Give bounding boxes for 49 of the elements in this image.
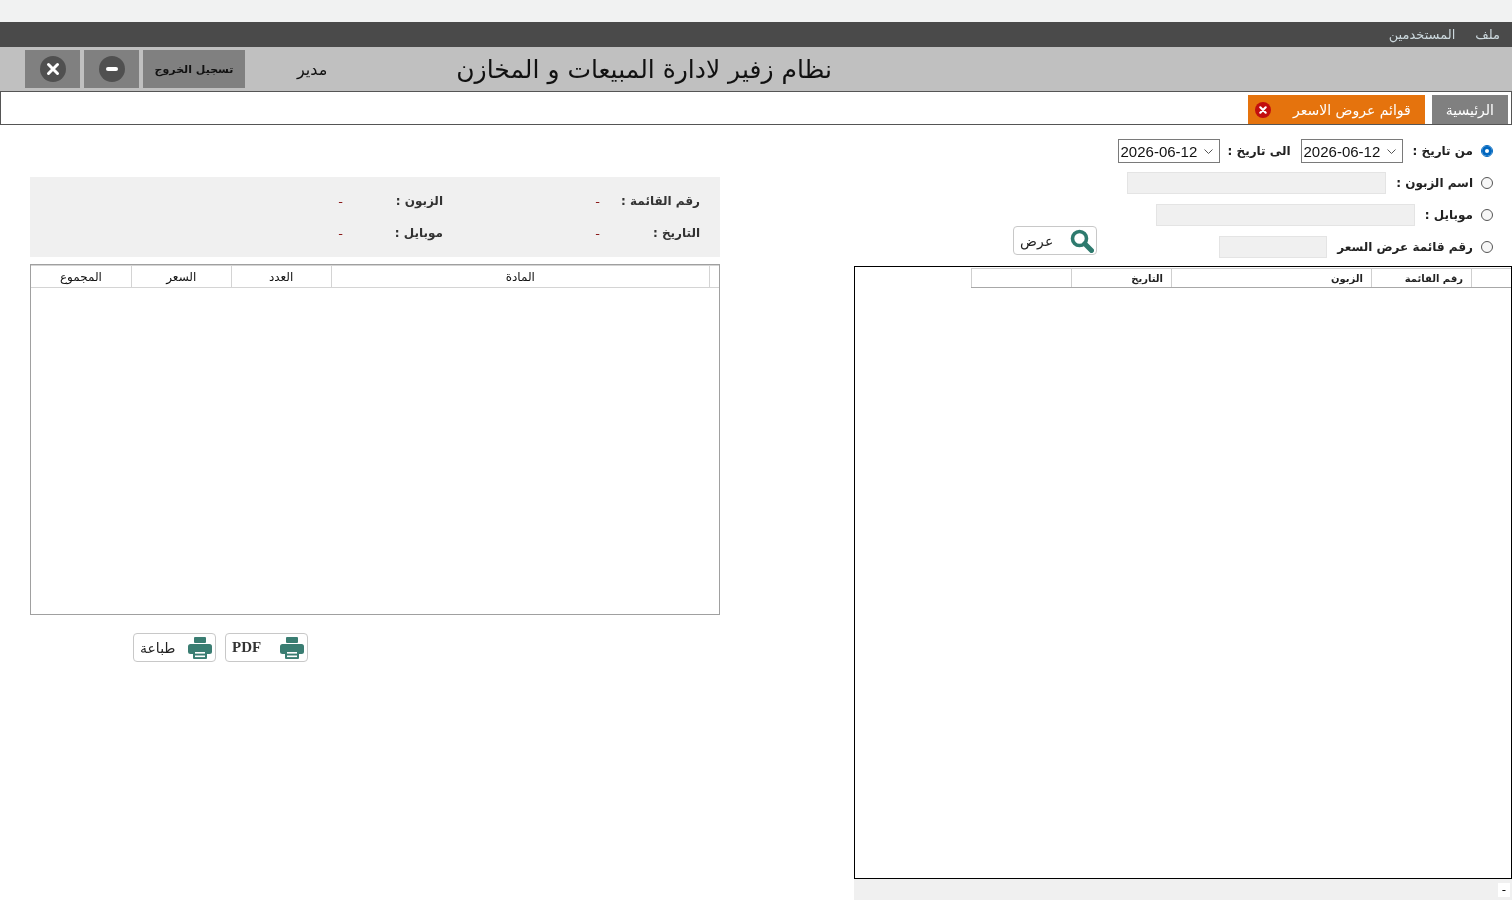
field-label: التاريخ : <box>651 226 700 240</box>
radio-button[interactable] <box>1481 209 1493 221</box>
print-button[interactable]: طباعة <box>133 633 216 662</box>
close-icon <box>39 56 66 82</box>
field-value: - <box>338 225 343 241</box>
field-value: - <box>595 225 600 241</box>
field-value: - <box>595 193 600 209</box>
minimize-button[interactable] <box>84 50 139 88</box>
field-label: رقم القائمة : <box>620 194 700 208</box>
column-header: العدد <box>230 266 331 287</box>
pdf-button[interactable]: PDF <box>225 633 308 662</box>
logout-button[interactable]: تسجيل الخروج <box>143 50 245 88</box>
column-header: المادة <box>330 266 709 287</box>
app-title: نظام زفير لادارة المبيعات و المخازن <box>456 54 832 84</box>
search-button[interactable]: عرض <box>1012 226 1097 255</box>
filter-label: رقم قائمة عرض السعر <box>1337 240 1473 254</box>
column-header: المجموع <box>58 268 103 286</box>
radio-button[interactable] <box>1481 241 1493 253</box>
text-field[interactable] <box>1219 236 1328 258</box>
chevron-icon <box>1386 148 1396 154</box>
text-field[interactable] <box>1127 172 1387 194</box>
status-text: - <box>1497 882 1510 897</box>
filter-label: من تاريخ : <box>1412 144 1473 158</box>
column-header: رقم القائمة <box>1371 269 1471 287</box>
chevron-icon <box>1203 148 1213 154</box>
radio-button[interactable] <box>1481 145 1493 157</box>
date-select[interactable]: 2026-06-12 <box>1117 139 1220 163</box>
close-button[interactable] <box>25 50 80 88</box>
column-header: الزبون <box>1171 269 1371 287</box>
filter-label: الى تاريخ : <box>1227 144 1291 158</box>
close-tab-icon[interactable] <box>1255 101 1271 118</box>
tab[interactable]: الرئيسية <box>1431 95 1508 124</box>
user-role: مدير <box>297 59 328 79</box>
filter-label: موبايل : <box>1424 208 1473 222</box>
search-icon <box>1069 228 1094 253</box>
menu-item[interactable]: ملف <box>1475 27 1500 42</box>
column-header: التاريخ <box>1071 269 1171 287</box>
printer-icon <box>188 636 212 659</box>
column-header: السعر <box>130 266 231 287</box>
field-label: الزبون : <box>394 194 443 208</box>
filter-label: اسم الزبون : <box>1396 176 1473 190</box>
field-value: - <box>338 193 343 209</box>
minimize-icon <box>98 56 125 82</box>
field-label: موبايل : <box>393 226 443 240</box>
menu-item[interactable]: المستخدمين <box>1388 27 1456 42</box>
date-select[interactable]: 2026-06-12 <box>1300 139 1403 163</box>
text-field[interactable] <box>1155 204 1415 226</box>
printer-icon <box>280 636 304 659</box>
radio-button[interactable] <box>1481 177 1493 189</box>
